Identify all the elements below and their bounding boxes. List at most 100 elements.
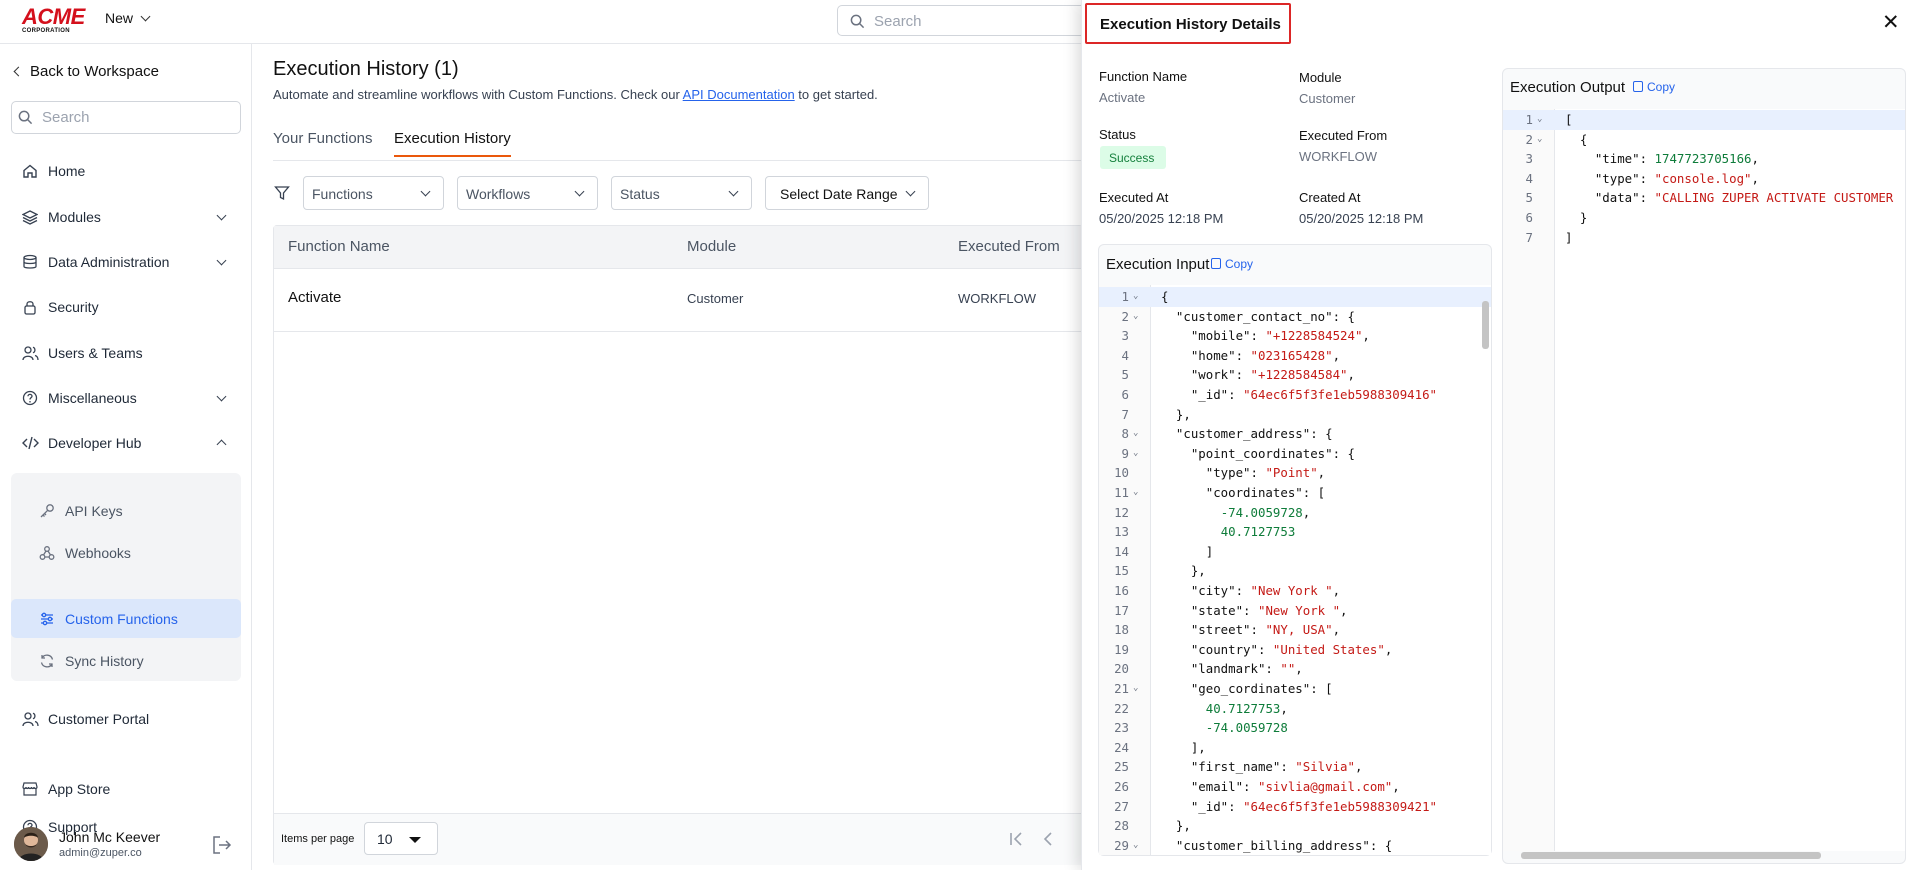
first-page-icon[interactable]	[1009, 832, 1025, 846]
dropdown-value: Status	[620, 186, 660, 202]
sidebar-item-sync-history[interactable]: Sync History	[11, 641, 241, 680]
code-token: "sivlia@gmail.com"	[1257, 779, 1393, 794]
status-filter-dropdown[interactable]: Status	[611, 176, 752, 210]
search-icon	[18, 110, 33, 125]
fold-chevron-icon[interactable]: ⌄	[1133, 679, 1138, 699]
sidebar-item-api-keys[interactable]: API Keys	[11, 491, 241, 530]
filter-icon[interactable]	[274, 185, 290, 201]
help-circle-icon	[21, 389, 39, 407]
workflows-filter-dropdown[interactable]: Workflows	[457, 176, 598, 210]
home-icon	[21, 162, 39, 180]
subtitle-text-end: to get started.	[794, 87, 878, 102]
lock-icon	[21, 298, 39, 316]
back-to-workspace-link[interactable]: Back to Workspace	[13, 63, 159, 80]
code-token: [	[1565, 112, 1573, 127]
copy-label: Copy	[1225, 257, 1254, 271]
sidebar-item-customer-portal[interactable]: Customer Portal	[11, 701, 241, 737]
sidebar-item-modules[interactable]: Modules	[11, 199, 241, 235]
sidebar-search-input[interactable]: Search	[11, 101, 241, 134]
code-token: "CALLING ZUPER ACTIVATE CUSTOMER	[1654, 190, 1894, 206]
line-number: 25	[1114, 759, 1129, 775]
execution-input-code[interactable]: 1 ⌄{2 ⌄ "customer_contact_no": {3 "mobile"…	[1099, 285, 1491, 855]
items-per-page-select[interactable]: 10	[364, 822, 438, 855]
code-line: 22 40.7127753,	[1099, 699, 1491, 719]
fold-chevron-icon[interactable]: ⌄	[1133, 307, 1138, 327]
line-number: 1	[1121, 289, 1129, 304]
fold-chevron-icon[interactable]: ⌄	[1537, 110, 1542, 130]
column-header-executed-from[interactable]: Executed From	[958, 238, 1060, 255]
table-row[interactable]: Activate Customer WORKFLOW	[274, 270, 1082, 332]
column-header-module[interactable]: Module	[687, 238, 736, 255]
fold-chevron-icon[interactable]: ⌄	[1133, 483, 1138, 503]
line-number: 15	[1114, 563, 1129, 579]
new-button[interactable]: New	[105, 10, 151, 26]
fold-chevron-icon[interactable]: ⌄	[1133, 836, 1138, 855]
fold-chevron-icon[interactable]: ⌄	[1133, 424, 1138, 444]
code-text: "data": "CALLING ZUPER ACTIVATE CUSTOMER	[1565, 188, 1893, 208]
tab-your-functions[interactable]: Your Functions	[273, 130, 373, 155]
code-text: "geo_cordinates": [	[1161, 679, 1333, 699]
functions-filter-dropdown[interactable]: Functions	[303, 176, 444, 210]
close-icon[interactable]: ✕	[1882, 10, 1900, 35]
api-documentation-link[interactable]: API Documentation	[683, 87, 795, 102]
sidebar-item-security[interactable]: Security	[11, 289, 241, 325]
global-search-input[interactable]: Search	[837, 5, 1087, 36]
sidebar-item-developer-hub[interactable]: Developer Hub	[11, 425, 241, 461]
code-token: "64ec6f5f3fe1eb5988309416"	[1243, 387, 1438, 402]
tab-execution-history[interactable]: Execution History	[394, 130, 511, 157]
sidebar-item-data-administration[interactable]: Data Administration	[11, 244, 241, 280]
chevron-up-icon	[216, 439, 227, 450]
code-token: "state":	[1161, 602, 1258, 618]
copy-input-button[interactable]: Copy	[1211, 257, 1253, 271]
execution-output-card: Execution Output Copy 1 ⌄ [2 ⌄ {3 "time": 1…	[1502, 68, 1906, 864]
code-line: 1 ⌄ [	[1503, 110, 1905, 130]
line-number: 9	[1121, 445, 1129, 461]
execution-output-code[interactable]: 1 ⌄[2 ⌄ {3 "time": 1747723705166, 4 "type":…	[1503, 109, 1905, 851]
fold-chevron-icon[interactable]: ⌄	[1133, 444, 1138, 464]
code-token: "geo_cordinates": [	[1161, 681, 1333, 696]
code-token: "customer_contact_no"	[1175, 308, 1333, 324]
previous-page-icon[interactable]	[1042, 832, 1054, 846]
fold-chevron-icon[interactable]: ⌄	[1133, 287, 1138, 307]
avatar[interactable]	[14, 827, 48, 861]
code-text: "street": "NY, USA",	[1161, 620, 1340, 640]
module-value: Customer	[1299, 91, 1356, 106]
sidebar-item-home[interactable]: Home	[11, 153, 241, 189]
chevron-down-icon	[420, 186, 431, 197]
line-number: 5	[1121, 367, 1129, 383]
code-token: "first_name":	[1161, 759, 1296, 775]
code-text: "mobile": "+1228584524",	[1161, 326, 1370, 346]
logout-icon[interactable]	[212, 836, 232, 854]
date-range-dropdown[interactable]: Select Date Range	[765, 176, 929, 210]
chevron-down-icon	[905, 186, 916, 197]
code-token: ]	[1161, 543, 1214, 559]
acme-logo[interactable]: ACME CORPORATION	[22, 6, 86, 35]
code-token: ,	[1354, 759, 1363, 775]
code-text: }	[1565, 208, 1587, 228]
code-token: "city":	[1161, 583, 1251, 598]
copy-output-button[interactable]: Copy	[1633, 80, 1675, 94]
code-text: "city": "New York ",	[1161, 581, 1340, 601]
code-line: 7 },	[1099, 405, 1491, 425]
code-token: ,	[1384, 641, 1393, 657]
sidebar-item-users-teams[interactable]: Users & Teams	[11, 335, 241, 371]
sidebar-item-app-store[interactable]: App Store	[11, 771, 241, 807]
code-token: {	[1565, 131, 1588, 147]
sidebar-item-miscellaneous[interactable]: Miscellaneous	[11, 380, 241, 416]
sidebar-item-webhooks[interactable]: Webhooks	[11, 533, 241, 572]
input-vertical-scrollbar[interactable]	[1482, 301, 1489, 349]
code-token: "United States"	[1272, 641, 1385, 657]
line-number: 20	[1114, 661, 1129, 677]
column-header-function-name[interactable]: Function Name	[288, 238, 390, 255]
code-token: "023165428"	[1250, 347, 1333, 363]
fold-chevron-icon[interactable]: ⌄	[1537, 130, 1542, 150]
executed-from-label: Executed From	[1299, 128, 1388, 143]
output-horizontal-scrollbar[interactable]	[1521, 852, 1821, 859]
code-token: ,	[1295, 661, 1303, 677]
line-number: 14	[1114, 543, 1129, 559]
code-token: "64ec6f5f3fe1eb5988309421"	[1243, 798, 1438, 814]
code-line: 5 "work": "+1228584584",	[1099, 365, 1491, 385]
code-line: 6 }	[1503, 208, 1905, 228]
line-number: 29	[1114, 837, 1129, 853]
sidebar-item-custom-functions[interactable]: Custom Functions	[11, 599, 241, 638]
